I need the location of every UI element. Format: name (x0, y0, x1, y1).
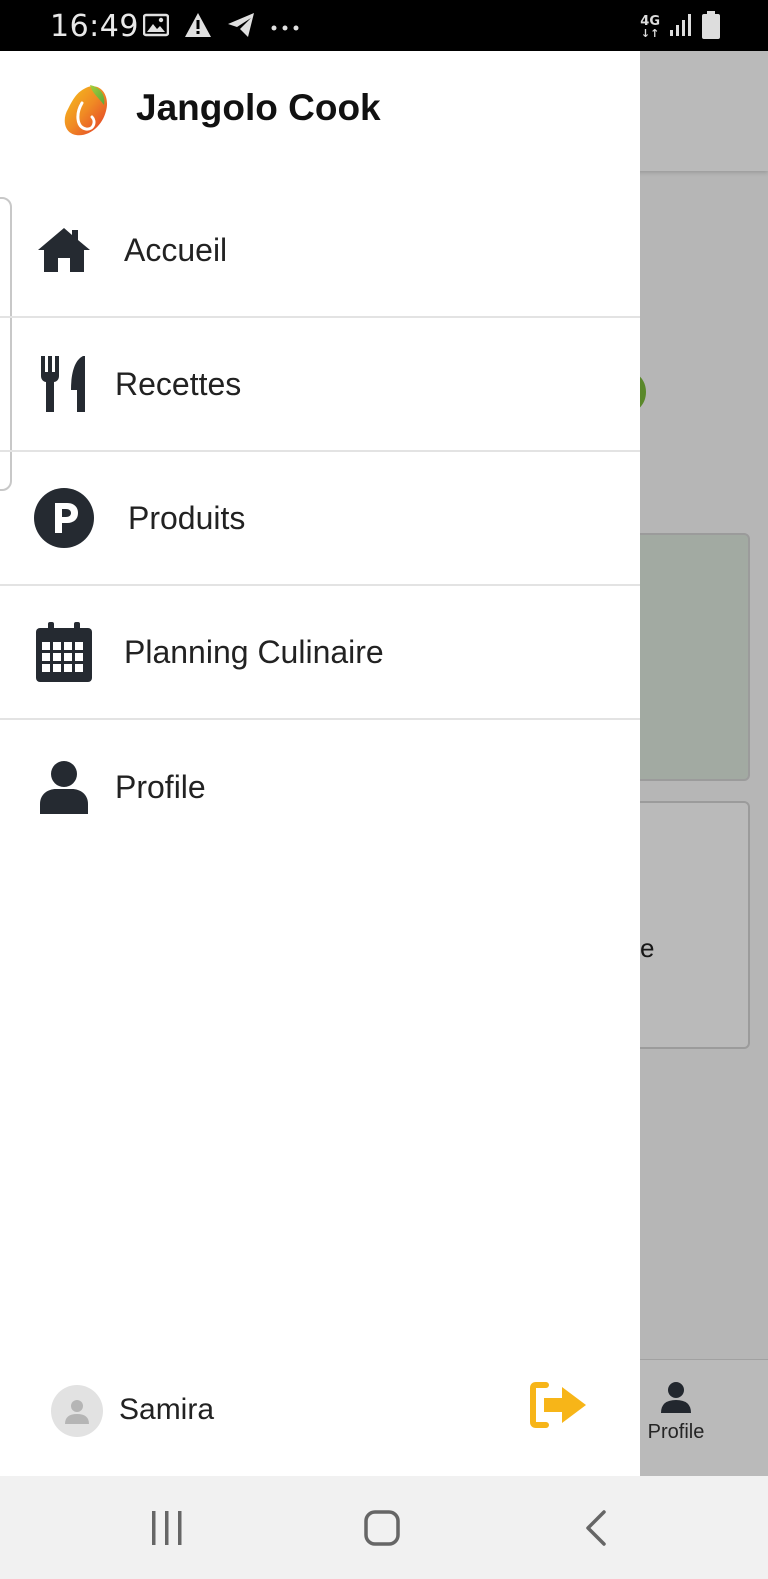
app-logo (64, 85, 108, 136)
battery-icon (702, 11, 720, 44)
avatar[interactable] (51, 1385, 103, 1437)
menu-item-recettes[interactable]: Recettes (0, 318, 640, 452)
navigation-drawer: Jangolo Cook Accueil Recettes Produits P… (0, 51, 640, 1476)
recent-apps-icon[interactable] (150, 1506, 184, 1550)
menu-item-planning-culinaire[interactable]: Planning Culinaire (0, 586, 640, 720)
status-bar: 16:49 4G ↓↑ (0, 0, 768, 51)
utensils-icon (34, 354, 94, 414)
back-icon[interactable] (584, 1506, 608, 1550)
home-icon (34, 220, 94, 280)
status-time: 16:49 (50, 9, 139, 44)
user-icon (34, 757, 94, 817)
home-button-icon[interactable] (362, 1506, 402, 1550)
menu-label-accueil: Accueil (124, 231, 228, 268)
logout-icon (530, 1382, 586, 1428)
network-4g-icon: 4G ↓↑ (640, 13, 660, 40)
warning-icon (184, 12, 212, 43)
user-name: Samira (119, 1393, 215, 1426)
signal-icon (668, 12, 694, 43)
product-p-icon (34, 488, 94, 548)
image-icon (142, 13, 170, 42)
menu-label-recettes: Recettes (115, 365, 242, 402)
menu-label-produits: Produits (128, 499, 246, 536)
more-dots-icon (270, 19, 300, 37)
menu-label-profile: Profile (115, 768, 206, 805)
drawer-footer: Samira (0, 1351, 640, 1461)
android-nav-bar (0, 1476, 768, 1579)
app-title: Jangolo Cook (136, 87, 381, 128)
menu-item-profile[interactable]: Profile (0, 720, 640, 854)
logout-button[interactable] (530, 1381, 590, 1429)
avatar-placeholder-icon (65, 1400, 89, 1424)
drawer-header: Jangolo Cook (0, 51, 640, 171)
calendar-icon (34, 622, 94, 682)
menu-label-planning-culinaire: Planning Culinaire (124, 633, 384, 670)
menu-item-produits[interactable]: Produits (0, 452, 640, 586)
menu-item-accueil[interactable]: Accueil (0, 184, 640, 318)
telegram-icon (227, 12, 255, 43)
drawer-menu: Accueil Recettes Produits Planning Culin… (0, 184, 640, 854)
